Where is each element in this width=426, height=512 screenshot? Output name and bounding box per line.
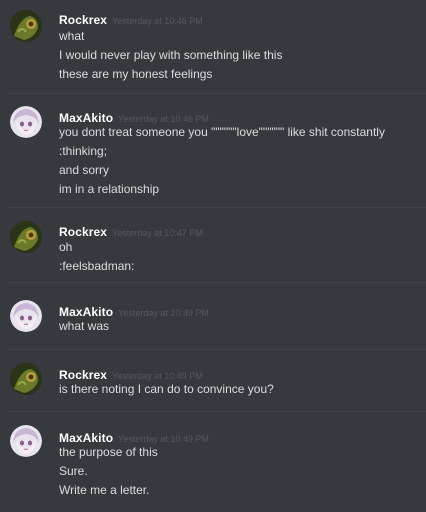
timestamp: Yesterday at 10:47 PM <box>112 228 203 238</box>
message-content: the purpose of this Sure. Write me a let… <box>59 443 418 500</box>
message-line: Write me a letter. <box>59 483 150 497</box>
maxakito-avatar[interactable] <box>10 300 42 332</box>
message-line: what <box>59 29 85 43</box>
username[interactable]: Rockrex <box>59 225 107 239</box>
rockrex-avatar[interactable] <box>10 10 42 42</box>
message-line: Sure. <box>59 464 88 478</box>
message-content: oh :feelsbadman: <box>59 238 418 276</box>
message-group: Rockrex Yesterday at 10:49 PM is there no… <box>0 350 426 411</box>
message-content: is there noting I can do to convince you… <box>59 380 418 399</box>
message-group: Rockrex Yesterday at 10:46 PM what I woul… <box>0 0 426 93</box>
message-content: what was <box>59 317 418 336</box>
message-line: and sorry <box>59 163 110 177</box>
message-line: oh <box>59 240 73 254</box>
message-line: :thinking; <box>59 144 108 158</box>
message-line: im in a relationship <box>59 182 160 196</box>
rockrex-avatar[interactable] <box>10 363 42 395</box>
message-group: MaxAkito Yesterday at 10:49 PM the purpos… <box>0 412 426 512</box>
message-line: the purpose of this <box>59 445 158 459</box>
message-line: these are my honest feelings <box>59 67 213 81</box>
message-line: I would never play with something like t… <box>59 48 283 62</box>
message-group: MaxAkito Yesterday at 10:46 PM you dont t… <box>0 94 426 206</box>
maxakito-avatar[interactable] <box>10 425 42 457</box>
message-line: :feelsbadman: <box>59 259 135 273</box>
message-line: what was <box>59 319 110 333</box>
rockrex-avatar[interactable] <box>10 221 42 253</box>
message-line: is there noting I can do to convince you… <box>59 382 274 396</box>
message-group: MaxAkito Yesterday at 10:49 PM what was <box>0 283 426 348</box>
maxakito-avatar[interactable] <box>10 106 42 138</box>
username[interactable]: Rockrex <box>59 13 107 27</box>
message-content: you dont treat someone you """"""love"""… <box>59 123 418 199</box>
chat-message-list[interactable]: Rockrex Yesterday at 10:46 PM what I woul… <box>0 0 426 512</box>
timestamp: Yesterday at 10:46 PM <box>112 16 203 26</box>
message-line: you dont treat someone you """"""love"""… <box>59 125 385 139</box>
message-group: Rockrex Yesterday at 10:47 PM oh :feelsba… <box>0 208 426 282</box>
message-content: what I would never play with something l… <box>59 27 418 84</box>
